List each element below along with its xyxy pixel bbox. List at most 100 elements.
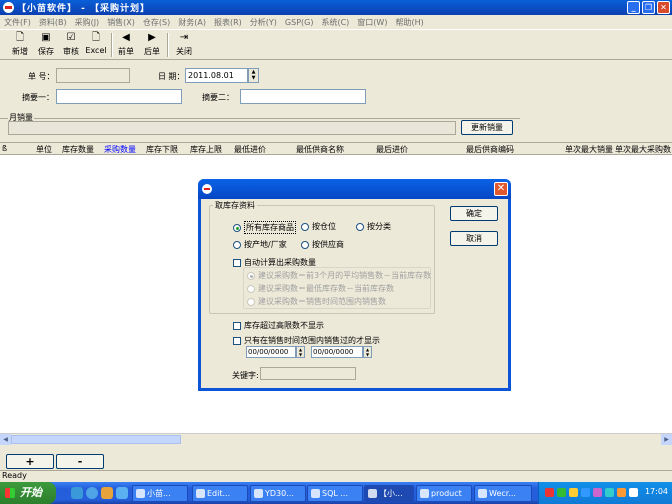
desktop-icon[interactable] xyxy=(71,487,83,499)
date-to-spinner[interactable]: ▲ ▼ xyxy=(363,346,372,358)
col-lowest-price[interactable]: 最低进价 xyxy=(234,144,266,155)
tray-icon[interactable] xyxy=(605,488,614,497)
speaker-icon[interactable] xyxy=(629,488,638,497)
minimize-button[interactable]: _ xyxy=(627,1,640,14)
ok-button[interactable]: 确定 xyxy=(450,206,498,221)
previous-button[interactable]: ◀ 前单 xyxy=(114,32,138,60)
tray-icon[interactable] xyxy=(581,488,590,497)
col-last-price[interactable]: 最后进价 xyxy=(376,144,408,155)
scroll-thumb[interactable] xyxy=(11,435,181,444)
checkbox-icon xyxy=(233,321,241,330)
menu-finance[interactable]: 财务(A) xyxy=(174,17,210,28)
menu-window[interactable]: 窗口(W) xyxy=(353,17,391,28)
add-row-button[interactable]: + xyxy=(6,454,54,469)
memo2-label: 摘要二： xyxy=(202,93,234,102)
start-button[interactable]: 开始 xyxy=(0,482,56,504)
menu-file[interactable]: 文件(F) xyxy=(0,17,35,28)
menu-data[interactable]: 资料(B) xyxy=(35,17,71,28)
app-icon xyxy=(3,2,14,13)
radio-icon xyxy=(247,284,255,293)
menu-gsp[interactable]: GSP(G) xyxy=(281,18,318,27)
col-lowest-supplier[interactable]: 最低供商名称 xyxy=(296,144,344,155)
quicklaunch-icon[interactable] xyxy=(116,487,128,499)
order-no-field xyxy=(56,68,130,83)
approve-icon: ☑ xyxy=(66,32,76,43)
horizontal-scrollbar[interactable]: ◀ ▶ xyxy=(0,433,672,445)
menu-purchase[interactable]: 采购(J) xyxy=(71,17,104,28)
suggestion-option-3[interactable]: 建议采购数＝销售时间范围内销售数 xyxy=(247,296,386,307)
option-all-items[interactable]: 所有库存商品 xyxy=(233,221,296,234)
col-last-supplier-code[interactable]: 最后供商编码 xyxy=(466,144,514,155)
menu-analysis[interactable]: 分析(Y) xyxy=(246,17,281,28)
clock: 17:04 xyxy=(644,487,668,496)
task-item[interactable]: Wecr... xyxy=(474,485,532,502)
date-field[interactable]: 2011.08.01 xyxy=(185,68,248,83)
media-icon[interactable] xyxy=(101,487,113,499)
option-by-category[interactable]: 按分类 xyxy=(356,221,391,232)
new-button[interactable]: 🗋 新增 xyxy=(8,32,32,60)
menu-reports[interactable]: 报表(R) xyxy=(210,17,246,28)
save-button[interactable]: ▣ 保存 xyxy=(34,32,58,60)
suggestion-option-1[interactable]: 建议采购数＝前3个月的平均销售数－当前库存数 xyxy=(247,270,431,281)
date-label: 日 期： xyxy=(158,72,185,81)
cancel-button[interactable]: 取消 xyxy=(450,231,498,246)
task-item[interactable]: Edit... xyxy=(192,485,248,502)
scroll-right-icon[interactable]: ▶ xyxy=(661,434,672,445)
date-spinner[interactable]: ▲ ▼ xyxy=(248,68,259,83)
memo1-field[interactable] xyxy=(56,89,182,104)
excel-button[interactable]: 🗋 Excel xyxy=(84,32,108,60)
menu-help[interactable]: 帮助(H) xyxy=(391,17,427,28)
excel-icon: 🗋 xyxy=(91,32,101,43)
order-no-label: 单 号： xyxy=(28,72,55,81)
col-max-single-purchase[interactable]: 单次最大采购数 xyxy=(615,144,671,155)
task-item[interactable]: SQL ... xyxy=(307,485,363,502)
menu-sales[interactable]: 销售(X) xyxy=(103,17,139,28)
title-bar: 【小苗软件】 - 【采购计划】 _ ❐ ✕ xyxy=(0,0,672,15)
maximize-button[interactable]: ❐ xyxy=(642,1,655,14)
menu-stock[interactable]: 仓存(S) xyxy=(139,17,174,28)
next-button[interactable]: ▶ 后单 xyxy=(140,32,164,60)
col-stock-qty[interactable]: 库存数量 xyxy=(62,144,94,155)
scroll-left-icon[interactable]: ◀ xyxy=(0,434,11,445)
col-unit[interactable]: 单位 xyxy=(36,144,52,155)
task-item[interactable]: YD30... xyxy=(250,485,306,502)
date-from-spinner[interactable]: ▲ ▼ xyxy=(296,346,305,358)
menu-system[interactable]: 系统(C) xyxy=(317,17,353,28)
remove-row-button[interactable]: - xyxy=(56,454,104,469)
tray-icon[interactable] xyxy=(569,488,578,497)
tray-icon[interactable] xyxy=(617,488,626,497)
option-by-location[interactable]: 按仓位 xyxy=(301,221,336,232)
grid-col-marker: ß xyxy=(2,144,8,153)
option-by-supplier[interactable]: 按供应商 xyxy=(301,239,344,250)
monthly-sales-field xyxy=(8,121,456,135)
date-to-field[interactable]: 00/00/0000 xyxy=(311,346,363,358)
close-window-button[interactable]: ⇥ 关闭 xyxy=(172,32,196,60)
col-stock-min[interactable]: 库存下限 xyxy=(146,144,178,155)
audit-button[interactable]: ☑ 审核 xyxy=(59,32,83,60)
date-from-field[interactable]: 00/00/0000 xyxy=(246,346,296,358)
update-sales-button[interactable]: 更新销量 xyxy=(461,120,513,135)
close-button[interactable]: ✕ xyxy=(657,1,670,14)
task-item-active[interactable]: 【小... xyxy=(364,485,414,502)
option-by-maker[interactable]: 按产地/厂家 xyxy=(233,239,287,250)
hide-over-limit-checkbox[interactable]: 库存超过高限数不显示 xyxy=(233,320,324,331)
tray-icon[interactable] xyxy=(545,488,554,497)
col-stock-max[interactable]: 库存上限 xyxy=(190,144,222,155)
toolbar: 🗋 新增 ▣ 保存 ☑ 审核 🗋 Excel ◀ 前单 ▶ 后单 ⇥ 关闭 xyxy=(0,29,672,60)
radio-icon xyxy=(247,297,255,306)
menu-bar: 文件(F) 资料(B) 采购(J) 销售(X) 仓存(S) 财务(A) 报表(R… xyxy=(0,15,672,29)
col-max-single-sale[interactable]: 单次最大销量 xyxy=(565,144,613,155)
task-item[interactable]: 小苗... xyxy=(132,485,188,502)
browser-icon[interactable] xyxy=(86,487,98,499)
dialog-close-button[interactable]: ✕ xyxy=(494,182,508,196)
radio-icon xyxy=(301,222,309,231)
task-item[interactable]: product xyxy=(416,485,472,502)
tray-icon[interactable] xyxy=(557,488,566,497)
col-purchase-qty[interactable]: 采购数量 xyxy=(104,144,136,155)
memo1-label: 摘要一： xyxy=(22,93,54,102)
tray-icon[interactable] xyxy=(593,488,602,497)
only-sold-checkbox[interactable]: 只有在销售时间范围内销售过的才显示 xyxy=(233,335,380,346)
exit-door-icon: ⇥ xyxy=(179,32,189,43)
suggestion-option-2[interactable]: 建议采购数＝最低库存数－当前库存数 xyxy=(247,283,394,294)
memo2-field[interactable] xyxy=(240,89,366,104)
